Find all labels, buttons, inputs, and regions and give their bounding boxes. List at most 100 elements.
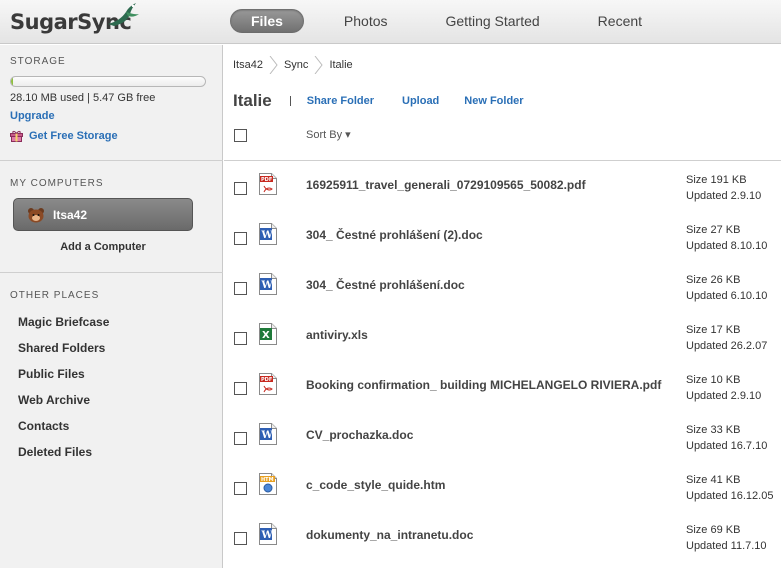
folder-title: Italie xyxy=(233,91,272,110)
main-nav: Files Photos Getting Started Recent xyxy=(230,8,656,34)
file-meta: Size 26 KB Updated 6.10.10 xyxy=(686,272,767,304)
file-row[interactable]: W 304_ Čestné prohlášení.doc Size 26 KB Upd… xyxy=(224,262,781,312)
file-checkbox[interactable] xyxy=(234,482,247,495)
file-checkbox[interactable] xyxy=(234,182,247,195)
breadcrumb-current: Italie xyxy=(329,59,353,71)
htm-file-icon: HTM xyxy=(259,473,277,495)
file-meta: Size 33 KB Updated 16.7.10 xyxy=(686,422,767,454)
sort-row: Sort By ▾ xyxy=(224,119,781,161)
file-row[interactable]: W 304_ Čestné prohlášení (2).doc Size 27 K… xyxy=(224,212,781,262)
svg-text:W: W xyxy=(261,280,274,291)
sidebar-item-magic-briefcase[interactable]: Magic Briefcase xyxy=(18,309,210,335)
header-separator xyxy=(289,96,291,106)
file-meta: Size 41 KB Updated 16.12.05 xyxy=(686,472,773,504)
sidebar-item-public-files[interactable]: Public Files xyxy=(18,361,210,387)
file-meta: Size 69 KB Updated 11.7.10 xyxy=(686,522,767,554)
svg-text:PDF: PDF xyxy=(261,377,272,383)
sidebar-divider xyxy=(0,160,223,161)
tab-files[interactable]: Files xyxy=(230,9,304,33)
file-checkbox[interactable] xyxy=(234,532,247,545)
file-updated: Updated 26.2.07 xyxy=(686,340,768,352)
file-row[interactable]: W CV_prochazka.doc Size 33 KB Updated 16.7.… xyxy=(224,412,781,462)
file-meta: Size 10 KB Updated 2.9.10 xyxy=(686,372,761,404)
sidebar-item-contacts[interactable]: Contacts xyxy=(18,413,210,439)
file-size: Size 41 KB xyxy=(686,474,741,486)
hummingbird-icon xyxy=(108,3,139,26)
breadcrumb-item[interactable]: Itsa42 xyxy=(233,59,269,71)
storage-progress-fill xyxy=(11,77,14,86)
sidebar-item-shared-folders[interactable]: Shared Folders xyxy=(18,335,210,361)
file-size: Size 17 KB xyxy=(686,324,741,336)
file-checkbox[interactable] xyxy=(234,232,247,245)
breadcrumb-item[interactable]: Sync xyxy=(284,59,314,71)
sort-by-dropdown[interactable]: Sort By ▾ xyxy=(306,128,351,141)
file-updated: Updated 2.9.10 xyxy=(686,390,762,402)
file-name[interactable]: Booking confirmation_ building MICHELANG… xyxy=(306,378,661,392)
computer-item-itsa42[interactable]: Itsa42 xyxy=(13,198,193,231)
chevron-right-icon xyxy=(269,56,278,74)
file-row[interactable]: Xantiviry.xls Size 17 KB Updated 26.2.07 xyxy=(224,312,781,362)
doc-file-icon: W xyxy=(259,423,277,445)
my-computers-title: MY COMPUTERS xyxy=(10,178,104,189)
file-meta: Size 27 KB Updated 8.10.10 xyxy=(686,222,767,254)
sugarsync-logo[interactable]: SugarSync xyxy=(10,3,139,39)
new-folder-button[interactable]: New Folder xyxy=(464,95,523,107)
upgrade-link[interactable]: Upgrade xyxy=(10,110,210,122)
file-size: Size 33 KB xyxy=(686,424,741,436)
top-bar: SugarSync Files Photos Getting Started R… xyxy=(0,0,781,44)
file-meta: Size 17 KB Updated 26.2.07 xyxy=(686,322,767,354)
doc-file-icon: W xyxy=(259,273,277,295)
xls-file-icon: X xyxy=(259,323,277,345)
file-size: Size 191 KB xyxy=(686,174,747,186)
file-size: Size 26 KB xyxy=(686,274,741,286)
get-free-storage-label: Get Free Storage xyxy=(29,130,118,142)
file-name[interactable]: CV_prochazka.doc xyxy=(306,428,413,442)
svg-text:HTM: HTM xyxy=(261,477,274,483)
doc-file-icon: W xyxy=(259,223,277,245)
gift-icon xyxy=(10,130,23,142)
pdf-file-icon: PDF xyxy=(259,173,277,195)
file-checkbox[interactable] xyxy=(234,332,247,345)
sidebar-divider xyxy=(0,272,223,273)
tab-recent[interactable]: Recent xyxy=(584,9,656,33)
pdf-file-icon: PDF xyxy=(259,373,277,395)
file-name[interactable]: 304_ Čestné prohlášení.doc xyxy=(306,278,465,292)
add-computer-link[interactable]: Add a Computer xyxy=(13,241,193,253)
file-row[interactable]: PDF 16925911_travel_generali_0729109565_5… xyxy=(224,162,781,212)
svg-text:W: W xyxy=(261,530,274,541)
upload-button[interactable]: Upload xyxy=(402,95,439,107)
file-name[interactable]: 304_ Čestné prohlášení (2).doc xyxy=(306,228,483,242)
share-folder-button[interactable]: Share Folder xyxy=(307,95,374,107)
file-name[interactable]: dokumenty_na_intranetu.doc xyxy=(306,528,473,542)
file-checkbox[interactable] xyxy=(234,282,247,295)
sidebar-item-deleted-files[interactable]: Deleted Files xyxy=(18,439,210,465)
storage-section: STORAGE 28.10 MB used | 5.47 GB free Upg… xyxy=(10,56,210,142)
select-all-checkbox[interactable] xyxy=(234,129,247,142)
file-name[interactable]: 16925911_travel_generali_0729109565_5008… xyxy=(306,178,586,192)
file-updated: Updated 2.9.10 xyxy=(686,190,762,202)
file-size: Size 69 KB xyxy=(686,524,741,536)
file-row[interactable]: Wdokumenty_na_intranetu.doc Size 69 KB Upd… xyxy=(224,512,781,562)
sidebar-item-web-archive[interactable]: Web Archive xyxy=(18,387,210,413)
file-updated: Updated 6.10.10 xyxy=(686,290,768,302)
file-updated: Updated 16.12.05 xyxy=(686,490,774,502)
file-name[interactable]: antiviry.xls xyxy=(306,328,368,342)
file-checkbox[interactable] xyxy=(234,432,247,445)
svg-text:W: W xyxy=(261,430,274,441)
computer-avatar-icon xyxy=(28,207,44,222)
file-row[interactable]: PDF Booking confirmation_ building MICHEL… xyxy=(224,362,781,412)
file-size: Size 10 KB xyxy=(686,374,741,386)
file-meta: Size 191 KB Updated 2.9.10 xyxy=(686,172,761,204)
file-checkbox[interactable] xyxy=(234,382,247,395)
get-free-storage-link[interactable]: Get Free Storage xyxy=(10,130,210,142)
file-name[interactable]: c_code_style_quide.htm xyxy=(306,478,445,492)
svg-text:W: W xyxy=(261,230,274,241)
file-updated: Updated 16.7.10 xyxy=(686,440,768,452)
other-places-title: OTHER PLACES xyxy=(10,290,100,301)
tab-photos[interactable]: Photos xyxy=(330,9,402,33)
tab-getting-started[interactable]: Getting Started xyxy=(432,9,554,33)
file-row[interactable]: HTM c_code_style_quide.htm Size 41 KB Updat… xyxy=(224,462,781,512)
storage-progress-bar xyxy=(10,76,206,87)
file-list: PDF 16925911_travel_generali_0729109565_5… xyxy=(224,162,781,562)
svg-text:PDF: PDF xyxy=(261,177,272,183)
